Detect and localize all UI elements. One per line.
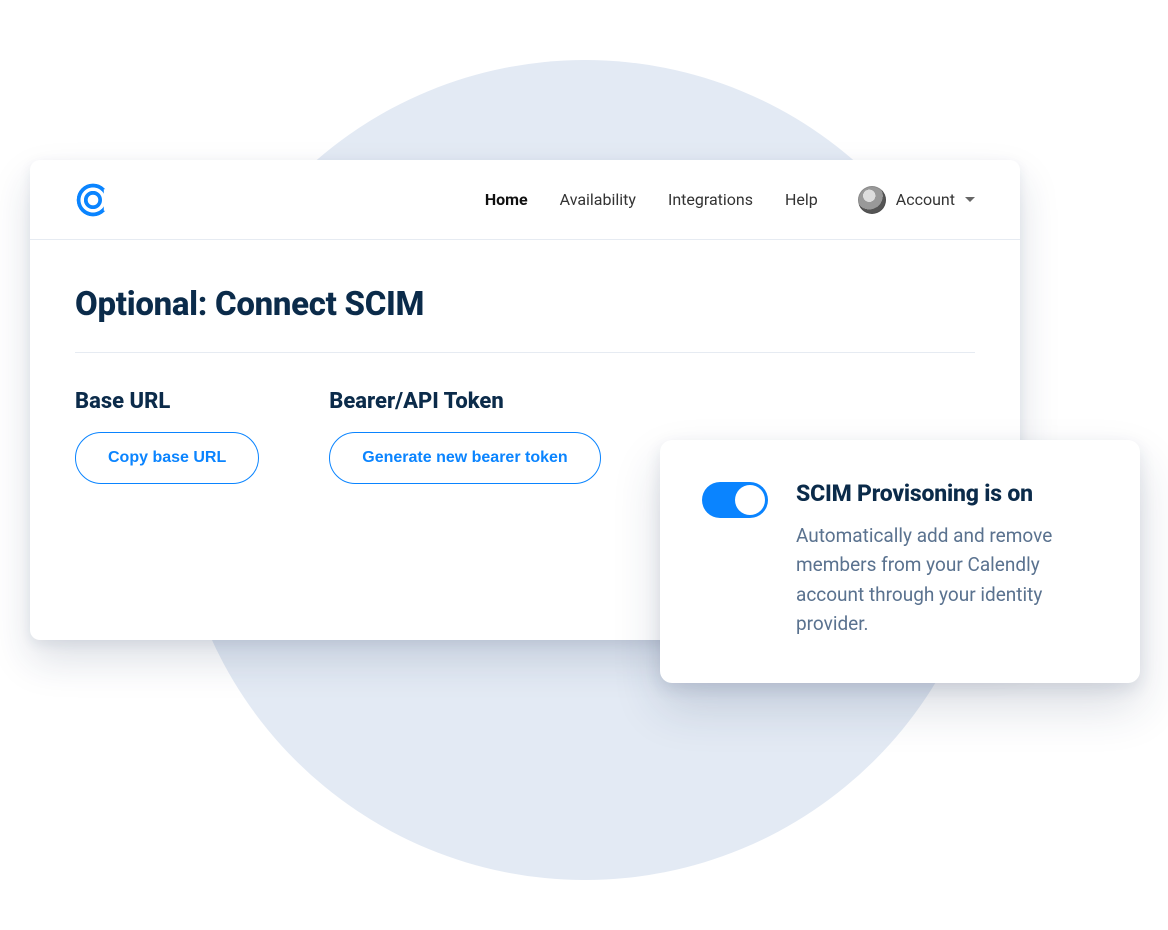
top-nav: Home Availability Integrations Help Acco…: [30, 160, 1020, 240]
nav-links: Home Availability Integrations Help: [485, 190, 818, 209]
calendly-logo-icon: [75, 182, 111, 218]
scim-toggle[interactable]: [702, 482, 768, 518]
toggle-knob: [735, 485, 765, 515]
toggle-text: SCIM Provisoning is on Automatically add…: [796, 480, 1098, 639]
nav-link-integrations[interactable]: Integrations: [668, 190, 753, 209]
generate-bearer-token-button[interactable]: Generate new bearer token: [329, 432, 600, 484]
bearer-token-label: Bearer/API Token: [329, 389, 600, 414]
base-url-section: Base URL Copy base URL: [75, 389, 259, 484]
avatar: [858, 186, 886, 214]
divider: [75, 352, 975, 353]
chevron-down-icon: [965, 197, 975, 202]
base-url-label: Base URL: [75, 389, 259, 414]
scim-toggle-card: SCIM Provisoning is on Automatically add…: [660, 440, 1140, 683]
account-label: Account: [896, 190, 955, 209]
nav-link-help[interactable]: Help: [785, 190, 818, 209]
toggle-title: SCIM Provisoning is on: [796, 480, 1098, 507]
page-title: Optional: Connect SCIM: [75, 285, 975, 324]
bearer-token-section: Bearer/API Token Generate new bearer tok…: [329, 389, 600, 484]
nav-link-home[interactable]: Home: [485, 190, 528, 209]
toggle-description: Automatically add and remove members fro…: [796, 521, 1098, 639]
nav-link-availability[interactable]: Availability: [560, 190, 636, 209]
copy-base-url-button[interactable]: Copy base URL: [75, 432, 259, 484]
account-menu[interactable]: Account: [858, 186, 975, 214]
calendly-logo[interactable]: [75, 182, 111, 218]
